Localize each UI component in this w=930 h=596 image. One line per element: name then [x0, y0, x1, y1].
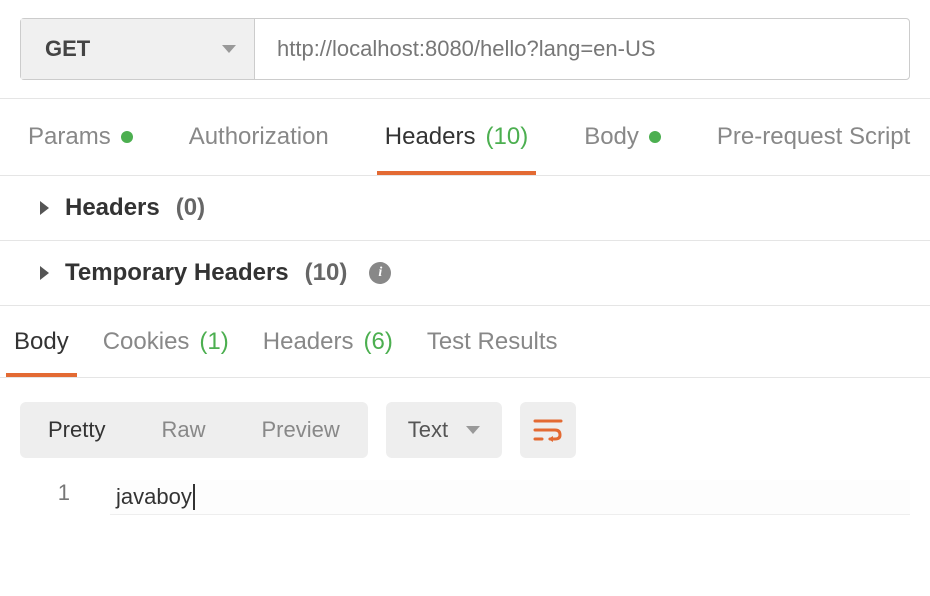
- url-text: http://localhost:8080/hello?lang=en-US: [277, 36, 656, 62]
- response-tab-headers[interactable]: Headers (6): [263, 306, 393, 377]
- response-tab-headers-count: (6): [363, 328, 392, 356]
- request-row: GET http://localhost:8080/hello?lang=en-…: [20, 18, 910, 80]
- response-tab-cookies-count: (1): [199, 328, 228, 356]
- headers-main-count: (0): [176, 194, 205, 222]
- headers-main-label: Headers: [65, 194, 160, 222]
- tab-headers[interactable]: Headers (10): [385, 99, 528, 175]
- headers-temp-count: (10): [305, 259, 348, 287]
- response-line-text: javaboy: [116, 484, 195, 510]
- format-select-label: Text: [408, 417, 448, 443]
- caret-right-icon: [40, 266, 49, 280]
- tab-authorization[interactable]: Authorization: [189, 99, 329, 175]
- tab-headers-count: (10): [486, 123, 529, 151]
- caret-right-icon: [40, 201, 49, 215]
- response-tab-testresults-label: Test Results: [427, 328, 558, 356]
- line-number: 1: [20, 480, 110, 515]
- headers-section-temp[interactable]: Temporary Headers (10) i: [0, 241, 930, 306]
- tab-prerequest-label: Pre-request Script: [717, 123, 910, 151]
- http-method-label: GET: [45, 36, 90, 62]
- info-icon[interactable]: i: [369, 262, 391, 284]
- tab-authorization-label: Authorization: [189, 123, 329, 151]
- chevron-down-icon: [222, 45, 236, 53]
- view-mode-preview[interactable]: Preview: [233, 417, 367, 443]
- tab-headers-label: Headers: [385, 123, 476, 151]
- response-tab-cookies-label: Cookies: [103, 328, 190, 356]
- tab-prerequest[interactable]: Pre-request Script: [717, 99, 910, 175]
- response-line[interactable]: javaboy: [110, 480, 910, 515]
- response-tab-body-label: Body: [14, 328, 69, 356]
- response-body-editor: 1 javaboy: [0, 472, 930, 515]
- wrap-icon: [533, 417, 563, 443]
- wrap-button[interactable]: [520, 402, 576, 458]
- format-select[interactable]: Text: [386, 402, 502, 458]
- response-tab-testresults[interactable]: Test Results: [427, 306, 558, 377]
- view-mode-pretty[interactable]: Pretty: [20, 417, 133, 443]
- dot-indicator-icon: [649, 131, 661, 143]
- dot-indicator-icon: [121, 131, 133, 143]
- response-tab-cookies[interactable]: Cookies (1): [103, 306, 229, 377]
- response-tab-body[interactable]: Body: [14, 306, 69, 377]
- headers-temp-label: Temporary Headers: [65, 259, 289, 287]
- chevron-down-icon: [466, 426, 480, 434]
- view-mode-raw[interactable]: Raw: [133, 417, 233, 443]
- tab-params[interactable]: Params: [28, 99, 133, 175]
- tab-params-label: Params: [28, 123, 111, 151]
- http-method-select[interactable]: GET: [21, 19, 255, 79]
- url-input[interactable]: http://localhost:8080/hello?lang=en-US: [255, 19, 909, 79]
- response-body-controls: Pretty Raw Preview Text: [0, 378, 930, 472]
- headers-section-main[interactable]: Headers (0): [0, 176, 930, 241]
- tab-body[interactable]: Body: [584, 99, 661, 175]
- view-mode-group: Pretty Raw Preview: [20, 402, 368, 458]
- response-tab-headers-label: Headers: [263, 328, 354, 356]
- tab-body-label: Body: [584, 123, 639, 151]
- request-tabs: Params Authorization Headers (10) Body P…: [0, 98, 930, 176]
- response-tabs: Body Cookies (1) Headers (6) Test Result…: [0, 306, 930, 378]
